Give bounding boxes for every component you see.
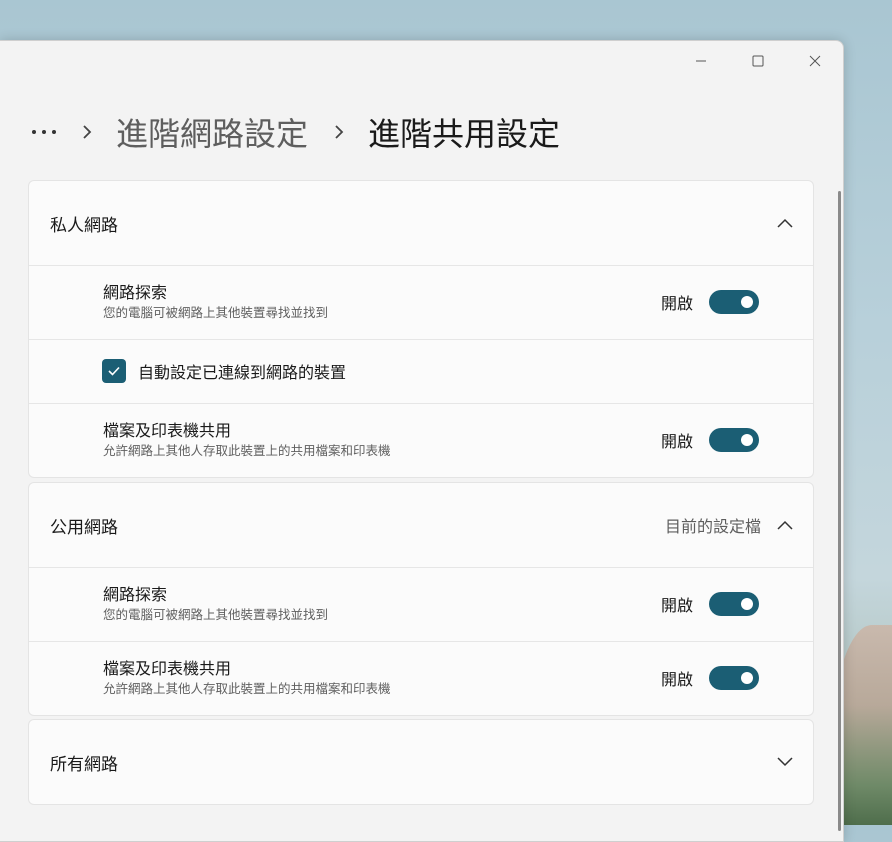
minimize-button[interactable] (672, 41, 729, 81)
all-networks-header[interactable]: 所有網路 (29, 720, 813, 804)
public-file-sharing-row: 檔案及印表機共用 允許網路上其他人存取此裝置上的共用檔案和印表機 開啟 (29, 641, 813, 715)
all-networks-title: 所有網路 (50, 754, 118, 775)
network-discovery-title: 網路探索 (103, 283, 168, 302)
network-discovery-description: 您的電腦可被網路上其他裝置尋找並找到 (103, 305, 329, 320)
chevron-up-icon (777, 520, 793, 530)
private-network-section: 私人網路 網路探索 您的電腦可被網路上其他裝置尋找並找到 開啟 自動設定已連線到… (28, 180, 814, 478)
toggle-knob (741, 672, 753, 684)
toggle-knob (741, 296, 753, 308)
maximize-button[interactable] (729, 41, 786, 81)
file-sharing-description: 允許網路上其他人存取此裝置上的共用檔案和印表機 (103, 681, 391, 696)
auto-setup-checkbox[interactable] (102, 359, 126, 383)
current-profile-label: 目前的設定檔 (664, 517, 761, 536)
chevron-right-icon (335, 125, 344, 139)
settings-window: 進階網路設定 進階共用設定 私人網路 網路探索 您的電腦可被網路上其他裝置尋找並… (0, 40, 844, 842)
private-file-sharing-row: 檔案及印表機共用 允許網路上其他人存取此裝置上的共用檔案和印表機 開啟 (29, 403, 813, 477)
more-breadcrumb-button[interactable] (32, 130, 56, 134)
dot-icon (42, 130, 46, 134)
toggle-knob (741, 598, 753, 610)
public-network-section: 公用網路 目前的設定檔 網路探索 您的電腦可被網路上其他裝置尋找並找到 開啟 檔… (28, 482, 814, 716)
public-file-sharing-toggle[interactable] (709, 666, 759, 690)
caption-bar (672, 41, 843, 81)
breadcrumb-parent[interactable]: 進階網路設定 (116, 109, 308, 155)
maximize-icon (752, 55, 763, 67)
toggle-state-label: 開啟 (660, 294, 693, 313)
scrollbar[interactable] (838, 191, 841, 831)
toggle-state-label: 開啟 (660, 432, 693, 451)
private-file-sharing-toggle[interactable] (709, 428, 759, 452)
page-title: 進階共用設定 (368, 115, 561, 153)
close-button[interactable] (786, 41, 843, 81)
checkmark-icon (108, 366, 120, 376)
auto-setup-label[interactable]: 自動設定已連線到網路的裝置 (138, 359, 346, 383)
file-sharing-title: 檔案及印表機共用 (103, 421, 232, 440)
dot-icon (32, 130, 36, 134)
toggle-knob (741, 434, 753, 446)
private-network-header[interactable]: 私人網路 (29, 181, 813, 265)
toggle-state-label: 開啟 (660, 596, 693, 615)
network-discovery-title: 網路探索 (103, 585, 168, 604)
minimize-icon (695, 60, 706, 62)
close-icon (809, 55, 820, 67)
public-network-title: 公用網路 (50, 517, 118, 538)
public-network-header[interactable]: 公用網路 目前的設定檔 (29, 483, 813, 567)
breadcrumb: 進階網路設定 進階共用設定 (32, 109, 560, 155)
network-discovery-description: 您的電腦可被網路上其他裝置尋找並找到 (103, 607, 329, 622)
auto-setup-row: 自動設定已連線到網路的裝置 (29, 339, 813, 403)
chevron-up-icon (777, 218, 793, 228)
all-networks-section: 所有網路 (28, 719, 814, 805)
private-network-discovery-toggle[interactable] (709, 290, 759, 314)
toggle-state-label: 開啟 (660, 670, 693, 689)
chevron-down-icon (777, 757, 793, 767)
private-network-title: 私人網路 (50, 215, 118, 236)
public-network-discovery-toggle[interactable] (709, 592, 759, 616)
chevron-right-icon (83, 125, 92, 139)
file-sharing-description: 允許網路上其他人存取此裝置上的共用檔案和印表機 (103, 443, 391, 458)
public-network-discovery-row: 網路探索 您的電腦可被網路上其他裝置尋找並找到 開啟 (29, 567, 813, 641)
private-network-discovery-row: 網路探索 您的電腦可被網路上其他裝置尋找並找到 開啟 (29, 265, 813, 339)
dot-icon (52, 130, 56, 134)
file-sharing-title: 檔案及印表機共用 (103, 659, 232, 678)
